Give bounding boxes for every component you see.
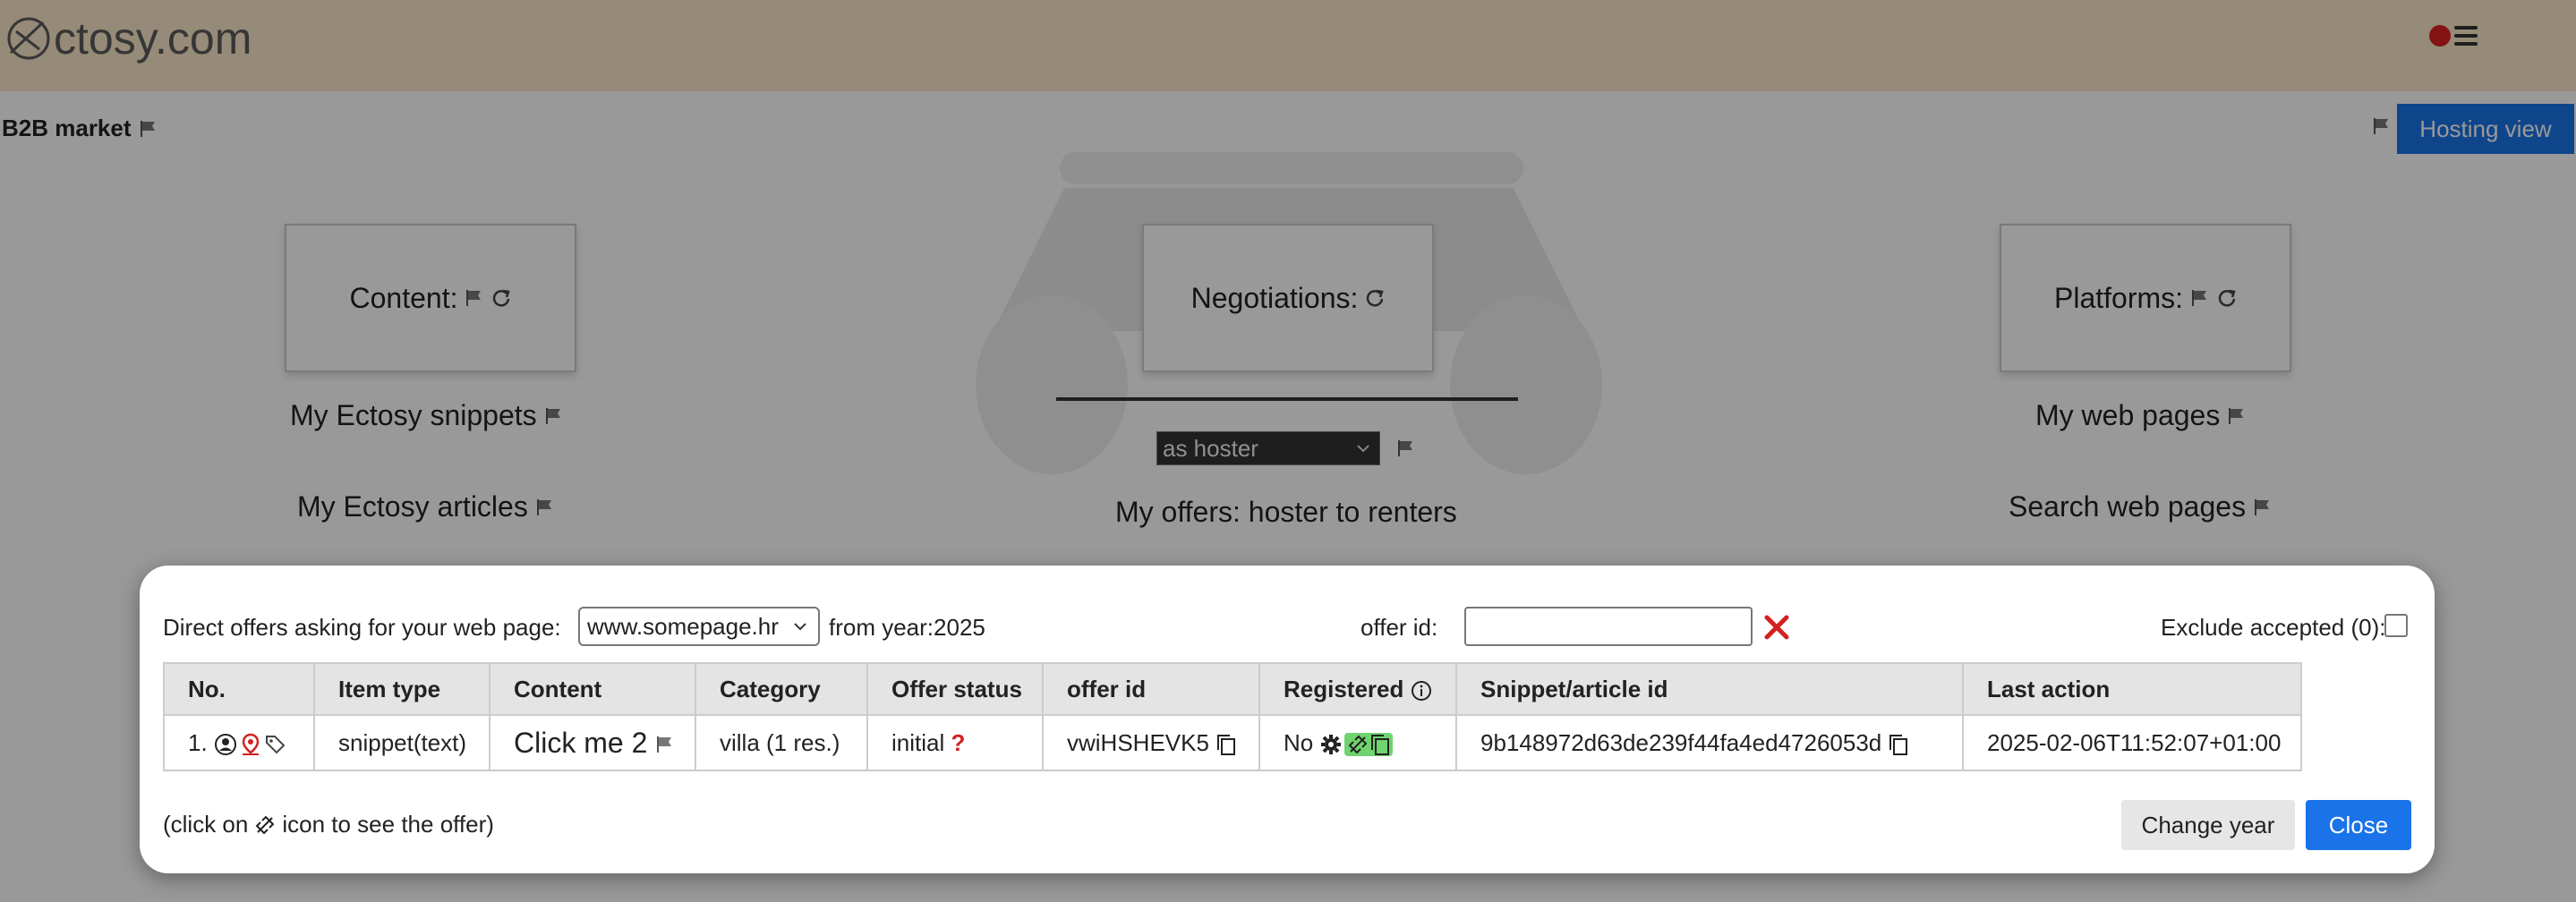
col-header-item-type: Item type: [313, 662, 490, 716]
exclude-accepted-checkbox[interactable]: [2384, 614, 2408, 637]
cell-snippet-id: 9b148972d63de239f44fa4ed4726053d: [1455, 714, 1964, 771]
question-icon[interactable]: ?: [951, 729, 965, 756]
modal-toolbar: Direct offers asking for your web page: …: [163, 607, 2411, 646]
clear-icon[interactable]: [1761, 608, 1792, 644]
table-header-row: No. Item type Content Category Offer sta…: [163, 662, 2302, 716]
copy-icon[interactable]: [1215, 733, 1237, 756]
snippet-id-text: 9b148972d63de239f44fa4ed4726053d: [1480, 728, 1882, 756]
cell-content: Click me 2: [489, 714, 696, 771]
web-page-select[interactable]: www.somepage.hr: [578, 607, 820, 646]
cell-last-action: 2025-02-06T11:52:07+01:00: [1962, 714, 2302, 771]
location-pin-icon[interactable]: [239, 733, 262, 756]
hint-text: (click on icon to see the offer): [163, 811, 494, 838]
chevron-down-icon: [794, 623, 806, 631]
flag-icon: [657, 736, 672, 753]
link-icon: [255, 815, 275, 834]
change-year-button[interactable]: Change year: [2121, 800, 2295, 850]
copy-icon[interactable]: [1369, 733, 1391, 756]
copy-icon[interactable]: [1888, 733, 1909, 756]
col-header-no: No.: [163, 662, 315, 716]
link-icon[interactable]: [1346, 733, 1369, 756]
offer-id-input[interactable]: [1464, 607, 1753, 646]
cell-registered: No: [1258, 714, 1457, 771]
info-icon[interactable]: [1411, 680, 1432, 702]
cell-no: 1.: [163, 714, 315, 771]
direct-offers-label: Direct offers asking for your web page:: [163, 614, 561, 641]
table-row: 1. snippet(text) Click me 2 villa (1 res…: [163, 714, 2302, 771]
tags-icon[interactable]: [264, 733, 287, 756]
hint-suffix: icon to see the offer): [282, 811, 494, 838]
col-header-content: Content: [489, 662, 696, 716]
col-header-snippet-id: Snippet/article id: [1455, 662, 1964, 716]
offer-id-label: offer id:: [1361, 614, 1438, 641]
from-year-label: from year:2025: [829, 614, 985, 641]
col-header-offer-status: Offer status: [866, 662, 1044, 716]
offers-modal: Direct offers asking for your web page: …: [140, 566, 2435, 873]
offer-id-text: vwiHSHEVK5: [1067, 728, 1209, 756]
offer-status-text: initial: [891, 728, 945, 756]
offers-table: No. Item type Content Category Offer sta…: [163, 662, 2302, 771]
gear-icon[interactable]: [1319, 733, 1343, 756]
hint-prefix: (click on: [163, 811, 249, 838]
col-header-registered: Registered: [1258, 662, 1457, 716]
close-button[interactable]: Close: [2306, 800, 2411, 850]
registered-text: No: [1284, 728, 1314, 756]
content-link[interactable]: Click me 2: [514, 727, 647, 759]
row-number: 1.: [188, 728, 208, 756]
offer-actions-badge: [1344, 732, 1394, 756]
cell-offer-status: initial ?: [866, 714, 1044, 771]
col-header-category: Category: [695, 662, 868, 716]
cell-offer-id: vwiHSHEVK5: [1042, 714, 1260, 771]
cell-category: villa (1 res.): [695, 714, 868, 771]
cell-item-type: snippet(text): [313, 714, 490, 771]
user-icon[interactable]: [214, 733, 237, 756]
web-page-select-value: www.somepage.hr: [587, 612, 779, 640]
col-header-offer-id: offer id: [1042, 662, 1260, 716]
col-header-registered-label: Registered: [1284, 675, 1404, 702]
exclude-accepted-label: Exclude accepted (0):: [2161, 614, 2386, 641]
col-header-last-action: Last action: [1962, 662, 2302, 716]
